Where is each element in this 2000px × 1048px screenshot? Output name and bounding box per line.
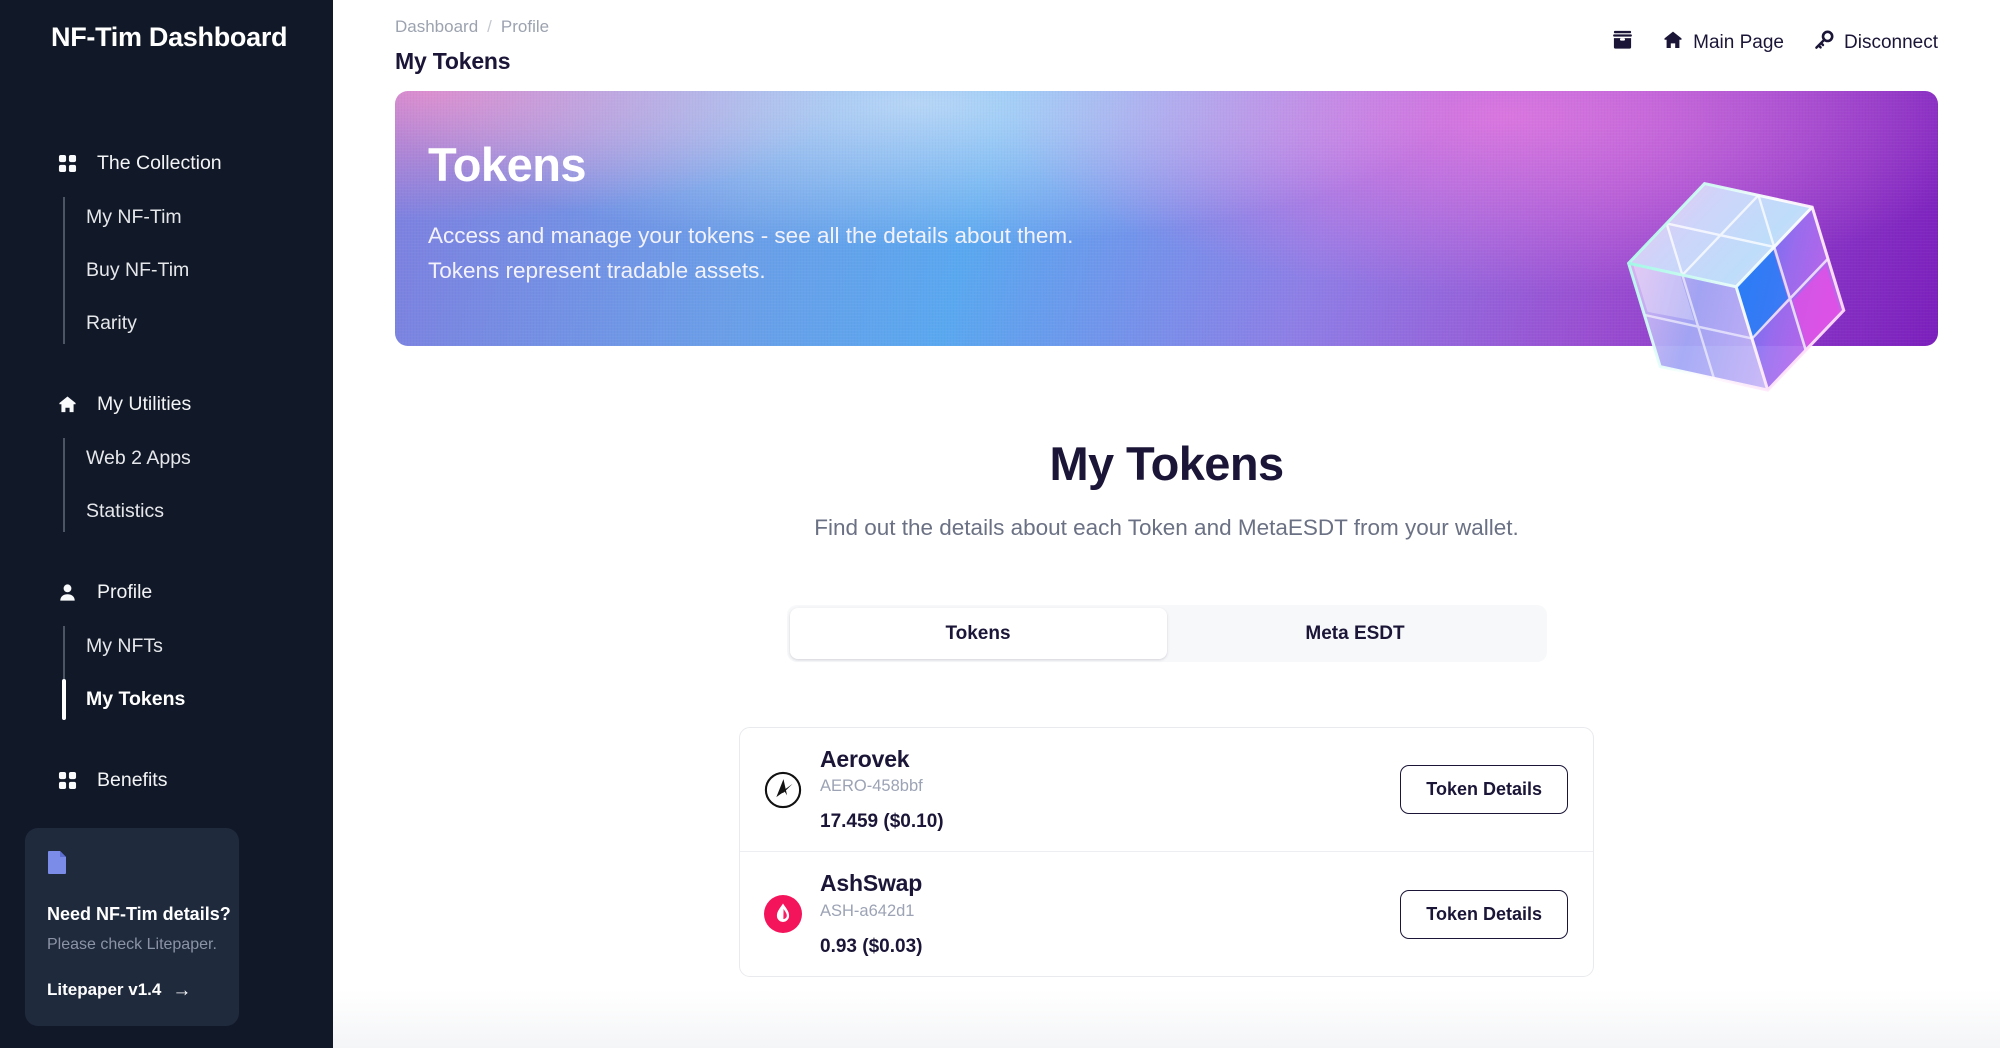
token-amount: 17.459 ($0.10) xyxy=(820,811,944,833)
table-row: AshSwap ASH-a642d1 0.93 ($0.03) Token De… xyxy=(740,852,1593,976)
nav-group-my-utilities: My Utilities Web 2 Apps Statistics xyxy=(0,384,333,538)
topbar-left: Dashboard / Profile My Tokens xyxy=(395,9,549,75)
main-subheading: Find out the details about each Token an… xyxy=(814,515,1519,540)
sidebar-subitems-my-utilities: Web 2 Apps Statistics xyxy=(63,432,333,538)
token-list: Aerovek AERO-458bbf 17.459 ($0.10) Token… xyxy=(739,727,1594,977)
disconnect-label: Disconnect xyxy=(1844,31,1938,53)
hero-text: Tokens Access and manage your tokens - s… xyxy=(395,91,1938,289)
app-root: NF-Tim Dashboard The Collection My NF-Ti… xyxy=(0,0,2000,1048)
sidebar-item-my-utilities[interactable]: My Utilities xyxy=(0,384,333,424)
litepaper-link[interactable]: Litepaper v1.4 → xyxy=(47,980,217,1000)
hero-banner: Tokens Access and manage your tokens - s… xyxy=(395,91,1938,346)
sidebar-item-profile[interactable]: Profile xyxy=(0,572,333,612)
user-icon xyxy=(58,583,77,602)
litepaper-card[interactable]: Need NF-Tim details? Please check Litepa… xyxy=(25,828,239,1026)
ashswap-logo-icon xyxy=(764,895,802,933)
token-name: AshSwap xyxy=(820,870,923,897)
sidebar-subitems-the-collection: My NF-Tim Buy NF-Tim Rarity xyxy=(63,191,333,350)
sidebar-item-statistics[interactable]: Statistics xyxy=(63,485,333,538)
sidebar: NF-Tim Dashboard The Collection My NF-Ti… xyxy=(0,0,333,1048)
page-title: My Tokens xyxy=(395,48,511,74)
token-details-button[interactable]: Token Details xyxy=(1400,765,1568,814)
sidebar-brand: NF-Tim Dashboard xyxy=(51,22,288,52)
aerovek-logo-icon xyxy=(764,771,802,809)
sidebar-item-my-nfts[interactable]: My NFTs xyxy=(63,620,333,673)
token-details-button[interactable]: Token Details xyxy=(1400,889,1568,939)
document-icon xyxy=(47,850,217,880)
tab-tokens[interactable]: Tokens xyxy=(789,608,1167,659)
breadcrumb-profile[interactable]: Profile xyxy=(501,17,549,37)
sidebar-item-label: Profile xyxy=(97,580,153,603)
token-info: AshSwap ASH-a642d1 0.93 ($0.03) xyxy=(820,870,1400,957)
section-heading: My Tokens Find out the details about eac… xyxy=(333,436,2000,541)
token-amount: 0.93 ($0.03) xyxy=(820,935,923,957)
table-row: Aerovek AERO-458bbf 17.459 ($0.10) Token… xyxy=(740,728,1593,852)
key-icon xyxy=(1814,30,1834,56)
main-heading: My Tokens xyxy=(1049,437,1284,490)
hero-title: Tokens xyxy=(428,138,587,191)
sidebar-item-label: My Utilities xyxy=(97,392,192,415)
hero-line-2: Tokens represent tradable assets. xyxy=(428,257,766,283)
topbar-actions: Main Page Disconnect xyxy=(1612,9,1938,56)
sidebar-item-the-collection[interactable]: The Collection xyxy=(0,143,333,183)
sidebar-item-rarity[interactable]: Rarity xyxy=(63,297,333,350)
sidebar-nav: The Collection My NF-Tim Buy NF-Tim Rari… xyxy=(0,143,333,800)
disconnect-button[interactable]: Disconnect xyxy=(1814,30,1938,56)
sidebar-item-web-2-apps[interactable]: Web 2 Apps xyxy=(63,432,333,485)
breadcrumb-separator: / xyxy=(487,17,492,36)
breadcrumb: Dashboard / Profile xyxy=(395,9,549,37)
hero-banner-wrapper: Tokens Access and manage your tokens - s… xyxy=(395,91,1938,392)
main-page-link[interactable]: Main Page xyxy=(1663,30,1784,56)
breadcrumb-dashboard[interactable]: Dashboard xyxy=(395,17,478,37)
grid-icon xyxy=(58,154,77,173)
home-icon xyxy=(1663,30,1683,56)
sidebar-item-label: Benefits xyxy=(97,768,168,791)
sidebar-item-benefits[interactable]: Benefits xyxy=(0,760,333,800)
nav-group-profile: Profile My NFTs My Tokens xyxy=(0,572,333,726)
main-content: Dashboard / Profile My Tokens Main Page xyxy=(333,0,2000,1048)
sidebar-subitems-profile: My NFTs My Tokens xyxy=(61,620,333,726)
grid-icon xyxy=(58,771,77,790)
sidebar-item-my-nf-tim[interactable]: My NF-Tim xyxy=(63,191,333,244)
hero-line-1: Access and manage your tokens - see all … xyxy=(428,223,1074,248)
litepaper-subtitle: Please check Litepaper. xyxy=(47,936,217,953)
token-name: Aerovek xyxy=(820,745,910,772)
home-icon xyxy=(58,395,77,414)
token-info: Aerovek AERO-458bbf 17.459 ($0.10) xyxy=(820,746,1400,833)
sidebar-item-buy-nf-tim[interactable]: Buy NF-Tim xyxy=(63,244,333,297)
main-page-label: Main Page xyxy=(1693,31,1784,53)
tab-bar: Tokens Meta ESDT xyxy=(786,605,1547,662)
tab-meta-esdt[interactable]: Meta ESDT xyxy=(1167,608,1544,659)
litepaper-title: Need NF-Tim details? xyxy=(47,904,231,924)
token-identifier: AERO-458bbf xyxy=(820,777,923,796)
litepaper-link-label: Litepaper v1.4 xyxy=(47,980,162,999)
sidebar-item-label: The Collection xyxy=(97,151,222,174)
arrow-right-icon: → xyxy=(172,979,192,1001)
topbar: Dashboard / Profile My Tokens Main Page xyxy=(333,0,2000,78)
sidebar-item-my-tokens[interactable]: My Tokens xyxy=(61,673,333,726)
wallet-button[interactable] xyxy=(1612,29,1633,56)
wallet-icon xyxy=(1612,29,1633,56)
nav-group-the-collection: The Collection My NF-Tim Buy NF-Tim Rari… xyxy=(0,143,333,350)
bottom-fade xyxy=(333,990,2000,1048)
nav-group-benefits: Benefits xyxy=(0,760,333,800)
token-identifier: ASH-a642d1 xyxy=(820,901,915,920)
